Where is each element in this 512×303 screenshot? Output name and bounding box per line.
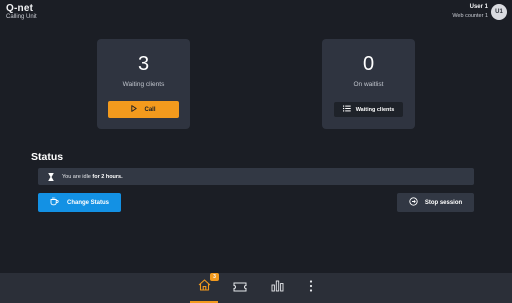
- waiting-clients-count: 3: [137, 53, 150, 75]
- home-badge: 3: [210, 273, 219, 281]
- nav-tickets[interactable]: [226, 273, 254, 303]
- ticket-icon: [233, 279, 247, 297]
- bottom-navigation: [0, 273, 512, 303]
- call-button-label: Call: [144, 106, 156, 113]
- app-subtitle: Calling Unit: [6, 14, 37, 20]
- user-counter: Web counter 1: [452, 13, 488, 19]
- waiting-clients-button-label: Waiting clients: [355, 106, 395, 113]
- cup-icon: [50, 197, 59, 208]
- home-icon: [198, 278, 211, 296]
- waitlist-card: 0 On waitlist Waiting clients: [322, 39, 415, 129]
- qnet-logo: Q-net: [6, 3, 34, 14]
- status-heading: Status: [31, 151, 64, 163]
- status-message-prefix: You are idle: [62, 173, 91, 180]
- user-avatar[interactable]: U1: [491, 4, 507, 20]
- nav-more[interactable]: [297, 273, 325, 303]
- nav-statistics[interactable]: [263, 273, 291, 303]
- waitlist-label: On waitlist: [353, 81, 384, 88]
- stop-session-button[interactable]: Stop session: [397, 193, 474, 212]
- user-name[interactable]: User 1: [470, 4, 488, 10]
- waiting-clients-label: Waiting clients: [122, 81, 165, 88]
- list-icon: [342, 105, 351, 114]
- change-status-label: Change Status: [66, 199, 109, 206]
- logout-icon: [409, 197, 418, 208]
- call-button[interactable]: Call: [108, 101, 179, 118]
- change-status-button[interactable]: Change Status: [38, 193, 121, 212]
- status-message: You are idle for 2 hours.: [62, 174, 123, 180]
- waiting-clients-card: 3 Waiting clients Call: [97, 39, 190, 129]
- hourglass-icon: [44, 172, 58, 181]
- play-icon: [131, 105, 138, 114]
- waiting-clients-button[interactable]: Waiting clients: [334, 102, 403, 117]
- status-message-duration: for 2 hours.: [92, 173, 123, 180]
- bar-chart-icon: [271, 279, 284, 297]
- more-vertical-icon: [309, 279, 313, 297]
- stop-session-label: Stop session: [424, 199, 463, 206]
- app-header: Q-net Calling Unit User 1 Web counter 1 …: [0, 0, 512, 26]
- waitlist-count: 0: [362, 53, 375, 75]
- status-bar: You are idle for 2 hours.: [38, 168, 474, 185]
